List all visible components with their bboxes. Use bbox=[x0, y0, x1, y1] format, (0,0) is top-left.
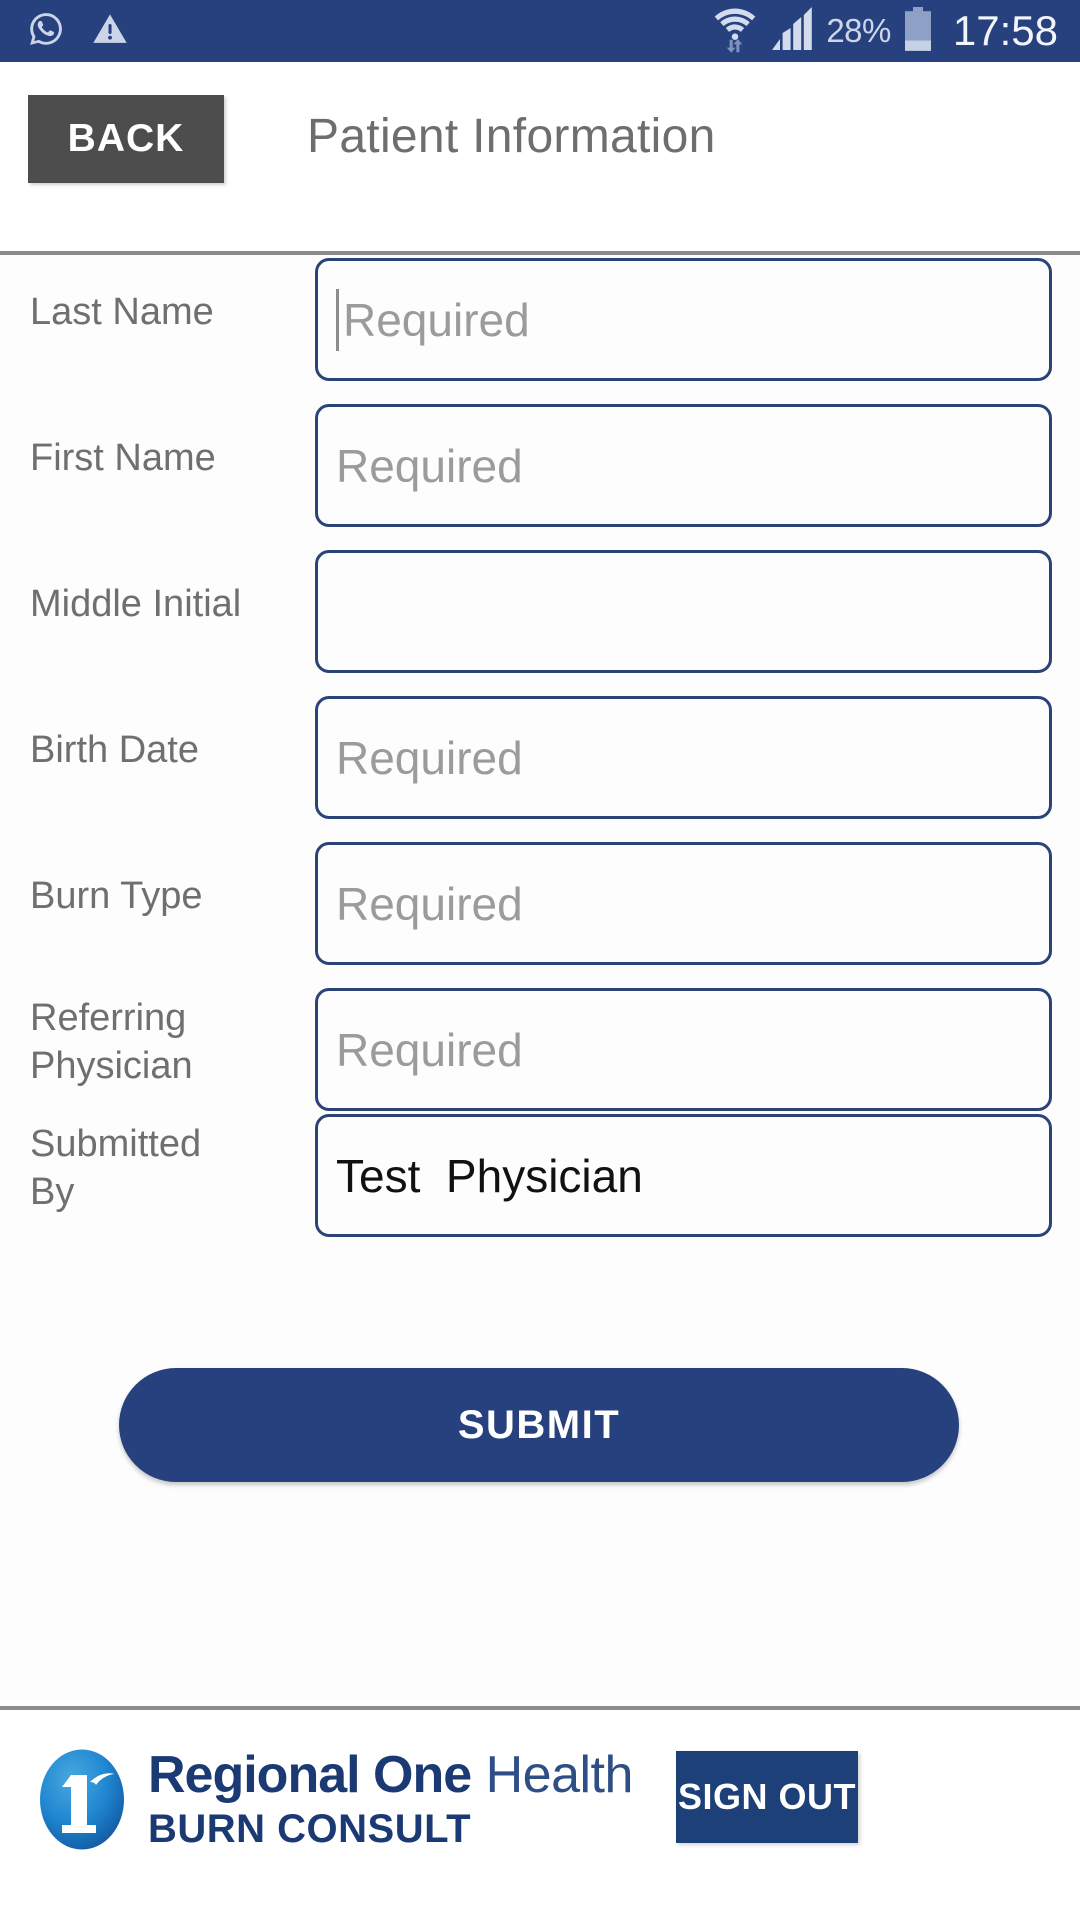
form-row-submitted-by: Submitted By Test Physician bbox=[0, 1114, 1080, 1237]
placeholder-referring-physician: Required bbox=[336, 1023, 523, 1076]
form-row-last-name: Last Name Required bbox=[0, 258, 1080, 381]
form-row-referring-physician: Referring Physician Required bbox=[0, 988, 1080, 1111]
placeholder-last-name: Required bbox=[343, 293, 530, 346]
app-footer: Regional One Health BURN CONSULT SIGN OU… bbox=[0, 1710, 1080, 1920]
label-first-name: First Name bbox=[30, 437, 216, 479]
value-submitted-by: Test Physician bbox=[336, 1149, 643, 1202]
input-burn-type[interactable]: Required bbox=[315, 842, 1052, 965]
input-middle-initial[interactable] bbox=[315, 550, 1052, 673]
label-burn-type: Burn Type bbox=[30, 875, 203, 917]
status-bar-clock: 17:58 bbox=[952, 7, 1058, 54]
wifi-data-transfer-icon bbox=[712, 4, 758, 59]
input-birth-date[interactable]: Required bbox=[315, 696, 1052, 819]
brand-logo: Regional One Health BURN CONSULT bbox=[38, 1746, 633, 1852]
cellular-signal-icon bbox=[770, 6, 814, 57]
brand-primary: Regional One bbox=[148, 1746, 472, 1804]
input-last-name[interactable]: Required bbox=[315, 258, 1052, 381]
whatsapp-icon bbox=[26, 9, 66, 54]
label-last-name: Last Name bbox=[30, 291, 214, 333]
sign-out-button[interactable]: SIGN OUT bbox=[676, 1751, 858, 1843]
brand-tagline: BURN CONSULT bbox=[148, 1807, 472, 1851]
status-bar: 28% 17:58 bbox=[0, 0, 1080, 62]
back-button[interactable]: BACK bbox=[28, 95, 224, 183]
warning-triangle-icon bbox=[90, 9, 130, 54]
header-divider bbox=[0, 251, 1080, 255]
battery-icon bbox=[903, 6, 933, 57]
placeholder-first-name: Required bbox=[336, 439, 523, 492]
placeholder-burn-type: Required bbox=[336, 877, 523, 930]
input-referring-physician[interactable]: Required bbox=[315, 988, 1052, 1111]
page-title: Patient Information bbox=[307, 110, 716, 163]
brand-secondary: Health bbox=[485, 1746, 634, 1804]
form-row-middle-initial: Middle Initial bbox=[0, 550, 1080, 673]
input-submitted-by[interactable]: Test Physician bbox=[315, 1114, 1052, 1237]
label-middle-initial: Middle Initial bbox=[30, 583, 242, 625]
form-row-birth-date: Birth Date Required bbox=[0, 696, 1080, 819]
status-bar-right-icons: 28% 17:58 bbox=[712, 4, 1058, 59]
label-birth-date: Birth Date bbox=[30, 729, 199, 771]
text-caret bbox=[336, 288, 339, 351]
app-screen: 28% 17:58 BACK Patient Information Last … bbox=[0, 0, 1080, 1920]
form-row-burn-type: Burn Type Required bbox=[0, 842, 1080, 965]
placeholder-birth-date: Required bbox=[336, 731, 523, 784]
label-referring-physician: Referring Physician bbox=[30, 997, 193, 1087]
regional-one-health-logo-icon bbox=[38, 1747, 126, 1852]
label-submitted-by: Submitted By bbox=[30, 1123, 202, 1213]
battery-percent-label: 28% bbox=[826, 12, 891, 49]
form-row-first-name: First Name Required bbox=[0, 404, 1080, 527]
page-header: BACK Patient Information bbox=[0, 62, 1080, 253]
input-first-name[interactable]: Required bbox=[315, 404, 1052, 527]
submit-button[interactable]: SUBMIT bbox=[119, 1368, 959, 1482]
brand-name-line: Regional One Health bbox=[148, 1746, 633, 1804]
status-bar-left-icons bbox=[26, 9, 130, 54]
brand-text: Regional One Health BURN CONSULT bbox=[148, 1746, 633, 1852]
